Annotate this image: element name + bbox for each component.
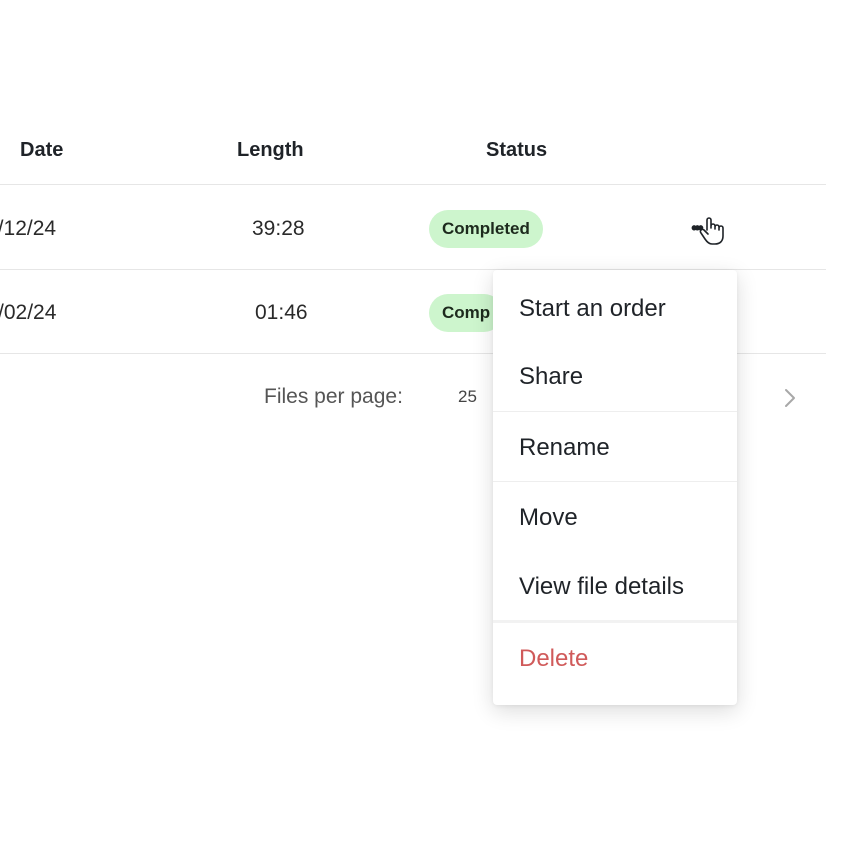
row-context-menu: Start an order Share Rename Move View fi… (493, 270, 737, 705)
date-cell: /02/24 (0, 301, 57, 324)
chevron-right-icon[interactable] (780, 386, 800, 410)
menu-item-move[interactable]: Move (519, 504, 578, 532)
menu-divider (493, 620, 737, 623)
date-cell: 3/12/24 (0, 217, 57, 240)
menu-item-view-file-details[interactable]: View file details (519, 573, 684, 601)
files-per-page-label: Files per page: (264, 385, 403, 408)
menu-item-delete[interactable]: Delete (519, 645, 588, 673)
length-cell: 39:28 (252, 217, 305, 240)
menu-divider (493, 411, 737, 412)
row-actions-button[interactable]: ••• (687, 210, 727, 246)
length-cell: 01:46 (255, 301, 308, 324)
menu-item-share[interactable]: Share (519, 363, 583, 391)
files-per-page-select[interactable]: 25 (458, 387, 477, 407)
column-header-status[interactable]: Status (486, 139, 547, 162)
status-badge: Completed (429, 210, 543, 248)
column-header-date[interactable]: Date (20, 139, 63, 162)
header-divider (0, 184, 826, 185)
column-header-length[interactable]: Length (237, 139, 304, 162)
menu-item-rename[interactable]: Rename (519, 434, 610, 462)
menu-item-start-order[interactable]: Start an order (519, 295, 666, 323)
menu-divider (493, 481, 737, 482)
hand-pointer-icon (699, 217, 724, 245)
